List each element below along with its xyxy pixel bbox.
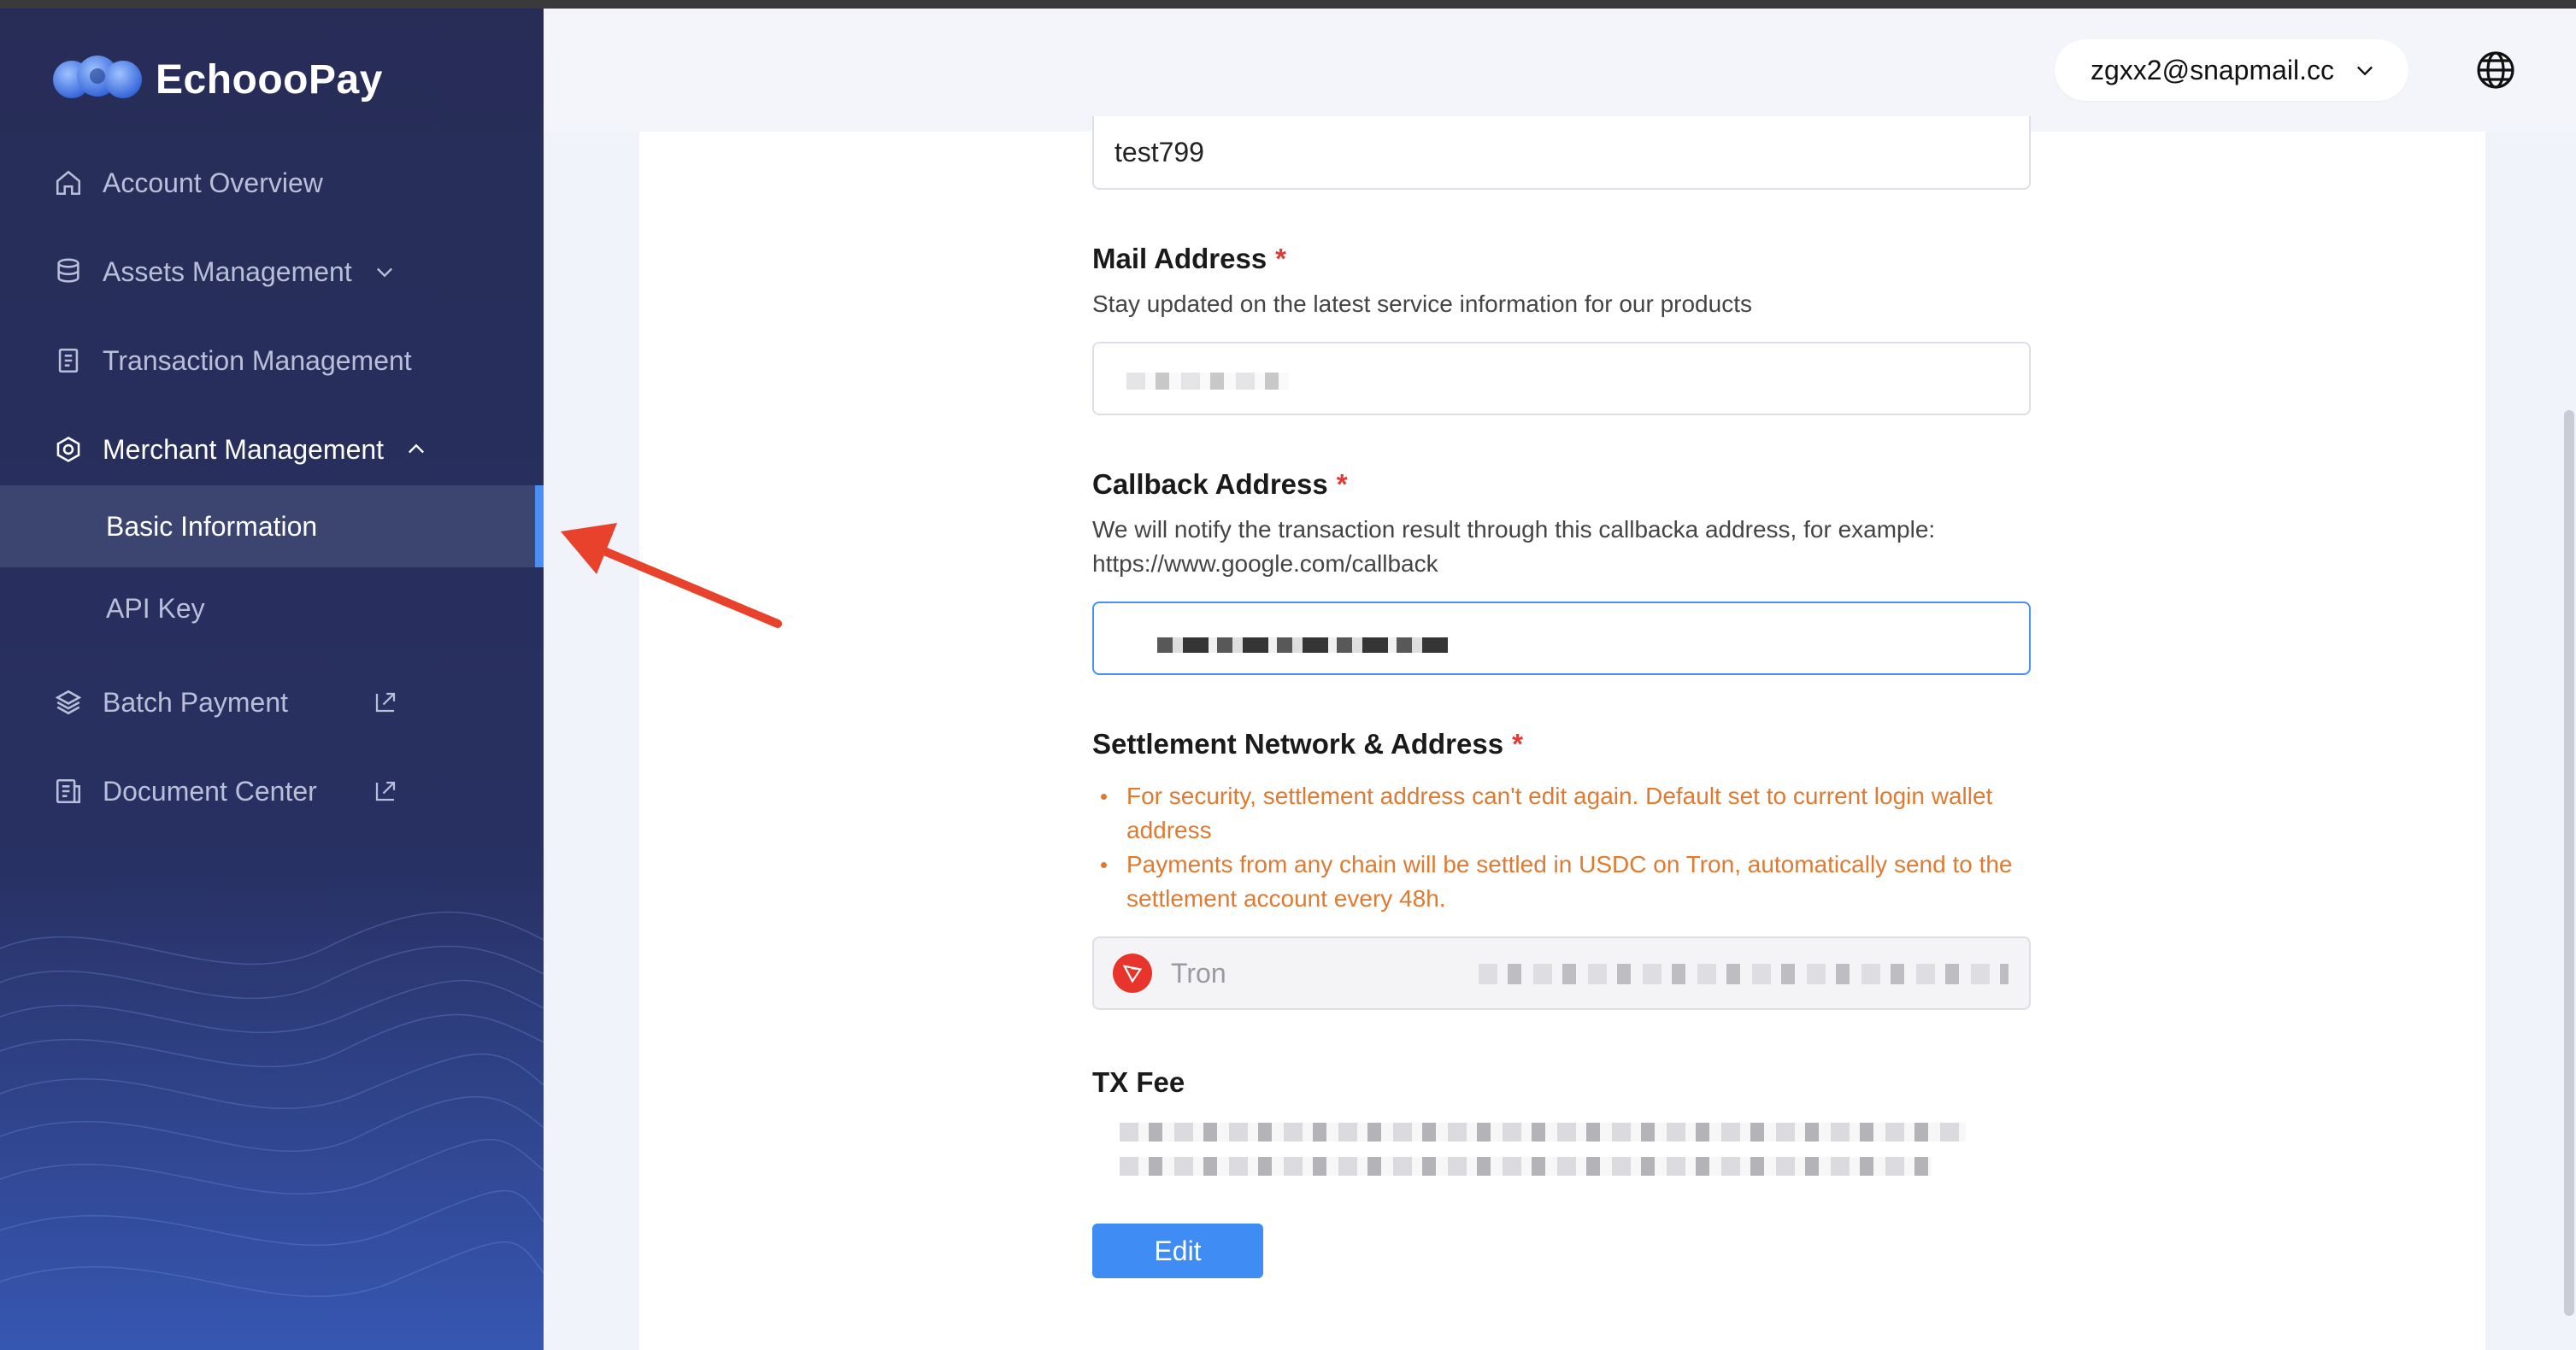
mail-address-description: Stay updated on the latest service infor… (1092, 291, 1752, 317)
sidebar-item-assets-management[interactable]: Assets Management (0, 236, 544, 308)
sidebar-item-api-key[interactable]: API Key (0, 567, 544, 649)
callback-description-example: https://www.google.com/callback (1092, 550, 1438, 577)
tron-icon (1113, 954, 1152, 993)
redacted-settlement-address (1479, 964, 2008, 984)
sidebar-item-account-overview[interactable]: Account Overview (0, 147, 544, 219)
chevron-down-icon (2357, 66, 2373, 76)
callback-address-description: We will notify the transaction result th… (1092, 513, 2050, 581)
settlement-network: Tron (1171, 957, 1226, 989)
callback-address-input[interactable] (1092, 602, 2031, 675)
callback-address-label: Callback Address * (1092, 468, 1348, 501)
settlement-label: Settlement Network & Address * (1092, 728, 1523, 760)
settlement-label-text: Settlement Network & Address (1092, 728, 1504, 760)
sidebar-item-transaction-management[interactable]: Transaction Management (0, 325, 544, 396)
callback-address-label-text: Callback Address (1092, 468, 1328, 500)
required-mark: * (1512, 728, 1523, 760)
sidebar-item-label: Assets Management (103, 255, 352, 287)
language-globe-icon[interactable] (2475, 50, 2516, 91)
edit-button[interactable]: Edit (1092, 1224, 1263, 1278)
sidebar-item-label: Merchant Management (103, 433, 385, 465)
sidebar-wave-decoration (0, 872, 544, 1350)
brand-name: EchoooPay (156, 56, 383, 103)
sidebar-item-merchant-management[interactable]: Merchant Management (0, 414, 544, 485)
callback-description-line1: We will notify the transaction result th… (1092, 516, 1936, 543)
sidebar-item-label: Basic Information (106, 510, 318, 542)
document-center-icon (51, 774, 85, 808)
redacted-email (1126, 373, 1289, 390)
sidebar-item-label: Batch Payment (103, 686, 288, 718)
document-icon (51, 343, 85, 378)
settlement-note: Payments from any chain will be settled … (1092, 848, 2050, 916)
database-icon (51, 255, 85, 289)
settlement-notes: For security, settlement address can't e… (1092, 779, 2050, 916)
sidebar-item-label: Document Center (103, 775, 317, 807)
layers-icon (51, 685, 85, 719)
required-mark: * (1275, 243, 1287, 274)
sidebar-item-label: Account Overview (103, 167, 323, 198)
mail-address-label: Mail Address * (1092, 243, 1286, 275)
redacted-tx-fee-line (1120, 1123, 1966, 1142)
chevron-down-icon (376, 267, 392, 278)
external-link-icon (375, 692, 396, 713)
account-dropdown[interactable]: zgxx2@snapmail.cc (2055, 39, 2408, 101)
chevron-up-icon (409, 443, 425, 454)
external-link-icon (375, 781, 396, 801)
settlement-note: For security, settlement address can't e… (1092, 779, 2050, 848)
tx-fee-label: TX Fee (1092, 1066, 1185, 1098)
active-indicator (535, 485, 544, 567)
sidebar-item-basic-information[interactable]: Basic Information (0, 485, 544, 567)
mail-address-label-text: Mail Address (1092, 243, 1267, 274)
redacted-tx-fee-line (1120, 1157, 1932, 1176)
merchant-name-input[interactable]: test799 (1092, 116, 2031, 190)
brand[interactable]: EchoooPay (51, 41, 383, 118)
home-icon (51, 166, 85, 200)
sidebar-item-label: API Key (106, 592, 205, 624)
sidebar-item-batch-payment[interactable]: Batch Payment (0, 666, 544, 738)
sidebar: EchoooPay Account Overview Assets Manage… (0, 9, 544, 1350)
account-email: zgxx2@snapmail.cc (2091, 54, 2335, 85)
redacted-callback-url (1157, 637, 1448, 653)
window-top-edge (0, 0, 2576, 9)
echooopay-logo-icon (53, 56, 142, 98)
settlement-address-field: Tron (1092, 936, 2031, 1010)
merchant-name-value: test799 (1115, 136, 1204, 167)
required-mark: * (1336, 468, 1348, 500)
gear-hexagon-icon (51, 432, 85, 467)
sidebar-item-label: Transaction Management (103, 344, 412, 376)
sidebar-item-document-center[interactable]: Document Center (0, 755, 544, 827)
mail-address-input[interactable] (1092, 342, 2031, 415)
vertical-scrollbar[interactable] (2564, 410, 2574, 1316)
